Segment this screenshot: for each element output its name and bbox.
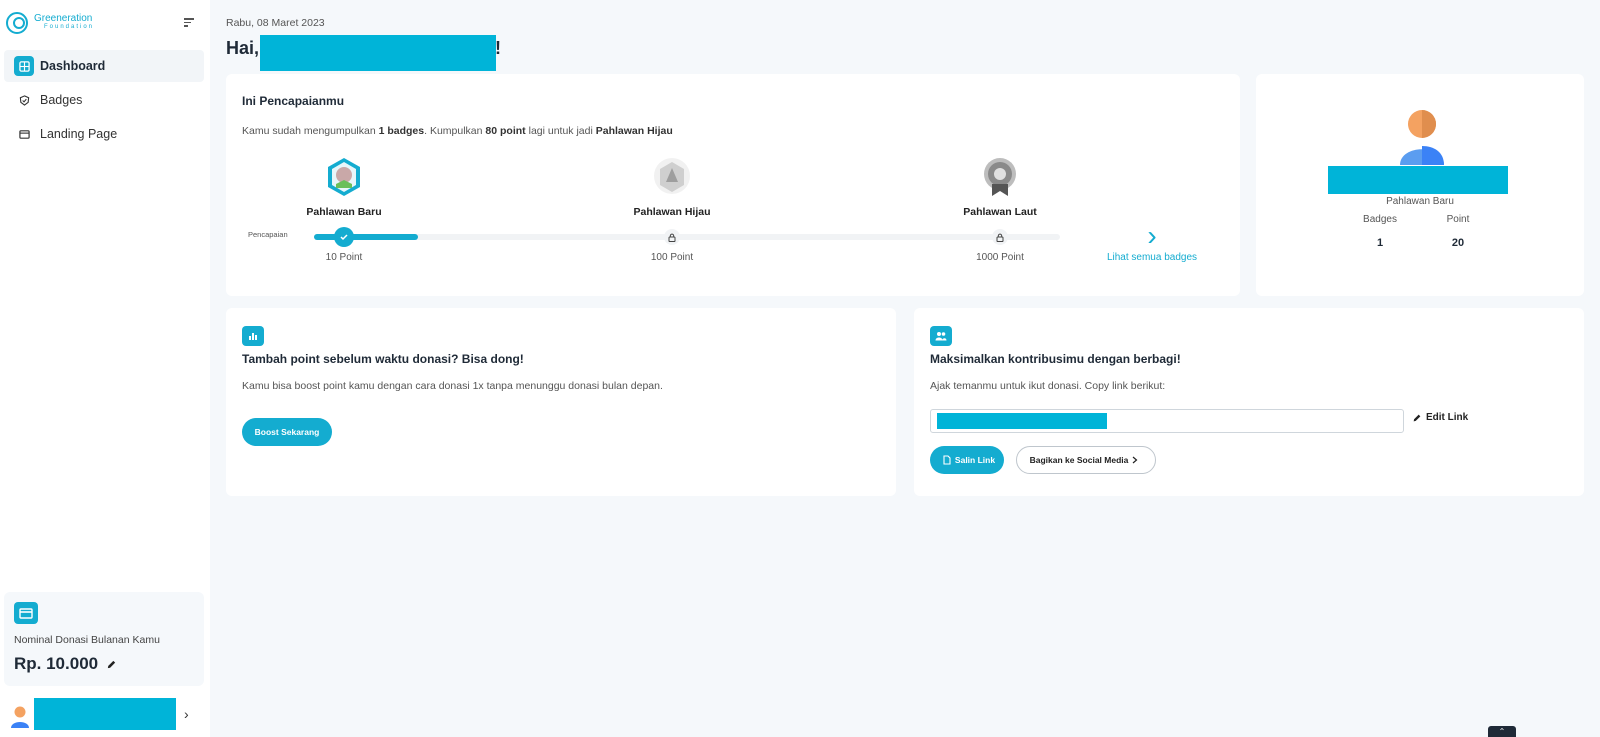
see-all-label: Lihat semua badges xyxy=(1106,252,1198,263)
badge-point: 100 Point xyxy=(650,252,694,263)
edit-link-label: Edit Link xyxy=(1426,412,1469,423)
sidebar-item-label: Landing Page xyxy=(40,127,118,141)
greeting-punctuation: ! xyxy=(495,38,501,58)
profile-rank: Pahlawan Baru xyxy=(1386,196,1454,207)
badge-point: 10 Point xyxy=(325,252,363,263)
brand-logo[interactable]: Greeneration Foundation xyxy=(6,12,94,34)
progress-fill xyxy=(314,234,419,240)
share-title: Maksimalkan kontribusimu dengan berbagi! xyxy=(930,352,1181,366)
scroll-to-top-button[interactable]: ⌃ xyxy=(1488,726,1516,737)
boost-description: Kamu bisa boost point kamu dengan cara d… xyxy=(242,380,663,392)
badge-point: 1000 Point xyxy=(976,252,1024,263)
achievement-summary: Kamu sudah mengumpulkan 1 badges. Kumpul… xyxy=(242,125,673,137)
chevron-right-icon xyxy=(1132,456,1138,464)
brand-subname: Foundation xyxy=(44,24,95,30)
profile-name-redacted xyxy=(1328,166,1508,194)
achievement-progress-bar xyxy=(314,234,1060,240)
donation-label: Nominal Donasi Bulanan Kamu xyxy=(14,634,160,646)
copy-link-label: Salin Link xyxy=(954,455,996,465)
window-icon xyxy=(14,124,34,144)
menu-toggle-icon[interactable] xyxy=(184,18,194,29)
badge-locked-icon xyxy=(652,156,692,200)
edit-link-button[interactable]: Edit Link xyxy=(1412,412,1468,423)
avatar xyxy=(1398,108,1446,166)
chevron-right-icon[interactable]: › xyxy=(184,706,189,722)
badge-unlocked-icon xyxy=(324,156,364,200)
badge-name: Pahlawan Laut xyxy=(963,206,1037,218)
donation-amount-value: Rp. 10.000 xyxy=(14,654,99,673)
users-icon xyxy=(930,326,952,346)
sidebar-item-label: Badges xyxy=(40,93,83,107)
boost-card: Tambah point sebelum waktu donasi? Bisa … xyxy=(226,308,896,496)
avatar xyxy=(10,705,30,729)
document-icon xyxy=(943,455,951,465)
sidebar-item-badges[interactable]: Badges xyxy=(4,84,204,116)
achievement-card: Ini Pencapaianmu Kamu sudah mengumpulkan… xyxy=(226,74,1240,296)
badge-pahlawan-hijau[interactable]: Pahlawan Hijau xyxy=(612,156,732,218)
boost-title: Tambah point sebelum waktu donasi? Bisa … xyxy=(242,352,524,366)
stat-label: Badges xyxy=(1363,214,1397,225)
greeting-name-redacted xyxy=(260,35,496,71)
next-badge-name: Pahlawan Hijau xyxy=(595,125,673,137)
copy-link-button[interactable]: Salin Link xyxy=(930,446,1004,474)
progress-label: Pencapaian xyxy=(248,230,288,239)
user-menu[interactable]: › xyxy=(0,698,210,736)
points-needed: 80 point xyxy=(485,125,526,137)
referral-link-redacted xyxy=(937,413,1107,429)
share-social-label: Bagikan ke Social Media xyxy=(1029,455,1129,465)
tree-logo-icon xyxy=(6,12,28,34)
credit-card-icon xyxy=(14,602,38,624)
stat-value: 1 xyxy=(1376,237,1384,249)
pencil-icon xyxy=(1413,414,1421,421)
stat-label: Point xyxy=(1446,214,1470,225)
sidebar-item-dashboard[interactable]: Dashboard xyxy=(4,50,204,82)
profile-badges-stat: Badges 1 xyxy=(1340,214,1420,249)
sidebar-item-label: Dashboard xyxy=(40,59,106,73)
user-name-redacted xyxy=(34,698,176,730)
chevron-right-icon: › xyxy=(1147,220,1157,251)
badge-pahlawan-laut[interactable]: Pahlawan Laut xyxy=(940,156,1060,218)
profile-card: Pahlawan Baru Badges 1 Point 20 xyxy=(1256,74,1584,296)
donation-amount: Rp. 10.000 xyxy=(14,654,194,674)
badges-count: 1 badges xyxy=(378,125,425,137)
boost-now-button[interactable]: Boost Sekarang xyxy=(242,418,332,446)
see-all-badges-link[interactable]: › Lihat semua badges xyxy=(1102,220,1202,264)
greeting-title: Hai, xyxy=(226,38,260,58)
milestone-lock-icon xyxy=(664,229,680,245)
monthly-donation-card: Nominal Donasi Bulanan Kamu Rp. 10.000 xyxy=(4,592,204,686)
sidebar-item-landing-page[interactable]: Landing Page xyxy=(4,118,204,150)
bar-chart-icon xyxy=(242,326,264,346)
achievement-title: Ini Pencapaianmu xyxy=(242,94,345,108)
referral-link-field[interactable] xyxy=(930,409,1404,433)
dashboard-icon xyxy=(14,56,34,76)
sidebar: Greeneration Foundation Dashboard Badges… xyxy=(0,0,210,737)
share-card: Maksimalkan kontribusimu dengan berbagi!… xyxy=(914,308,1584,496)
share-description: Ajak temanmu untuk ikut donasi. Copy lin… xyxy=(930,380,1166,392)
pencil-edit-icon[interactable] xyxy=(106,659,117,670)
milestone-lock-icon xyxy=(992,229,1008,245)
profile-point-stat: Point 20 xyxy=(1418,214,1498,249)
milestone-done-check-icon xyxy=(334,227,354,247)
badge-locked-icon xyxy=(980,156,1020,200)
current-date: Rabu, 08 Maret 2023 xyxy=(226,17,325,29)
badge-icon xyxy=(14,90,34,110)
badge-name: Pahlawan Baru xyxy=(306,206,382,218)
badge-name: Pahlawan Hijau xyxy=(633,206,711,218)
brand-name: Greeneration xyxy=(34,13,93,24)
sidebar-nav: Dashboard Badges Landing Page xyxy=(4,50,204,152)
badge-pahlawan-baru[interactable]: Pahlawan Baru xyxy=(284,156,404,218)
share-social-button[interactable]: Bagikan ke Social Media xyxy=(1016,446,1156,474)
stat-value: 20 xyxy=(1451,237,1465,249)
